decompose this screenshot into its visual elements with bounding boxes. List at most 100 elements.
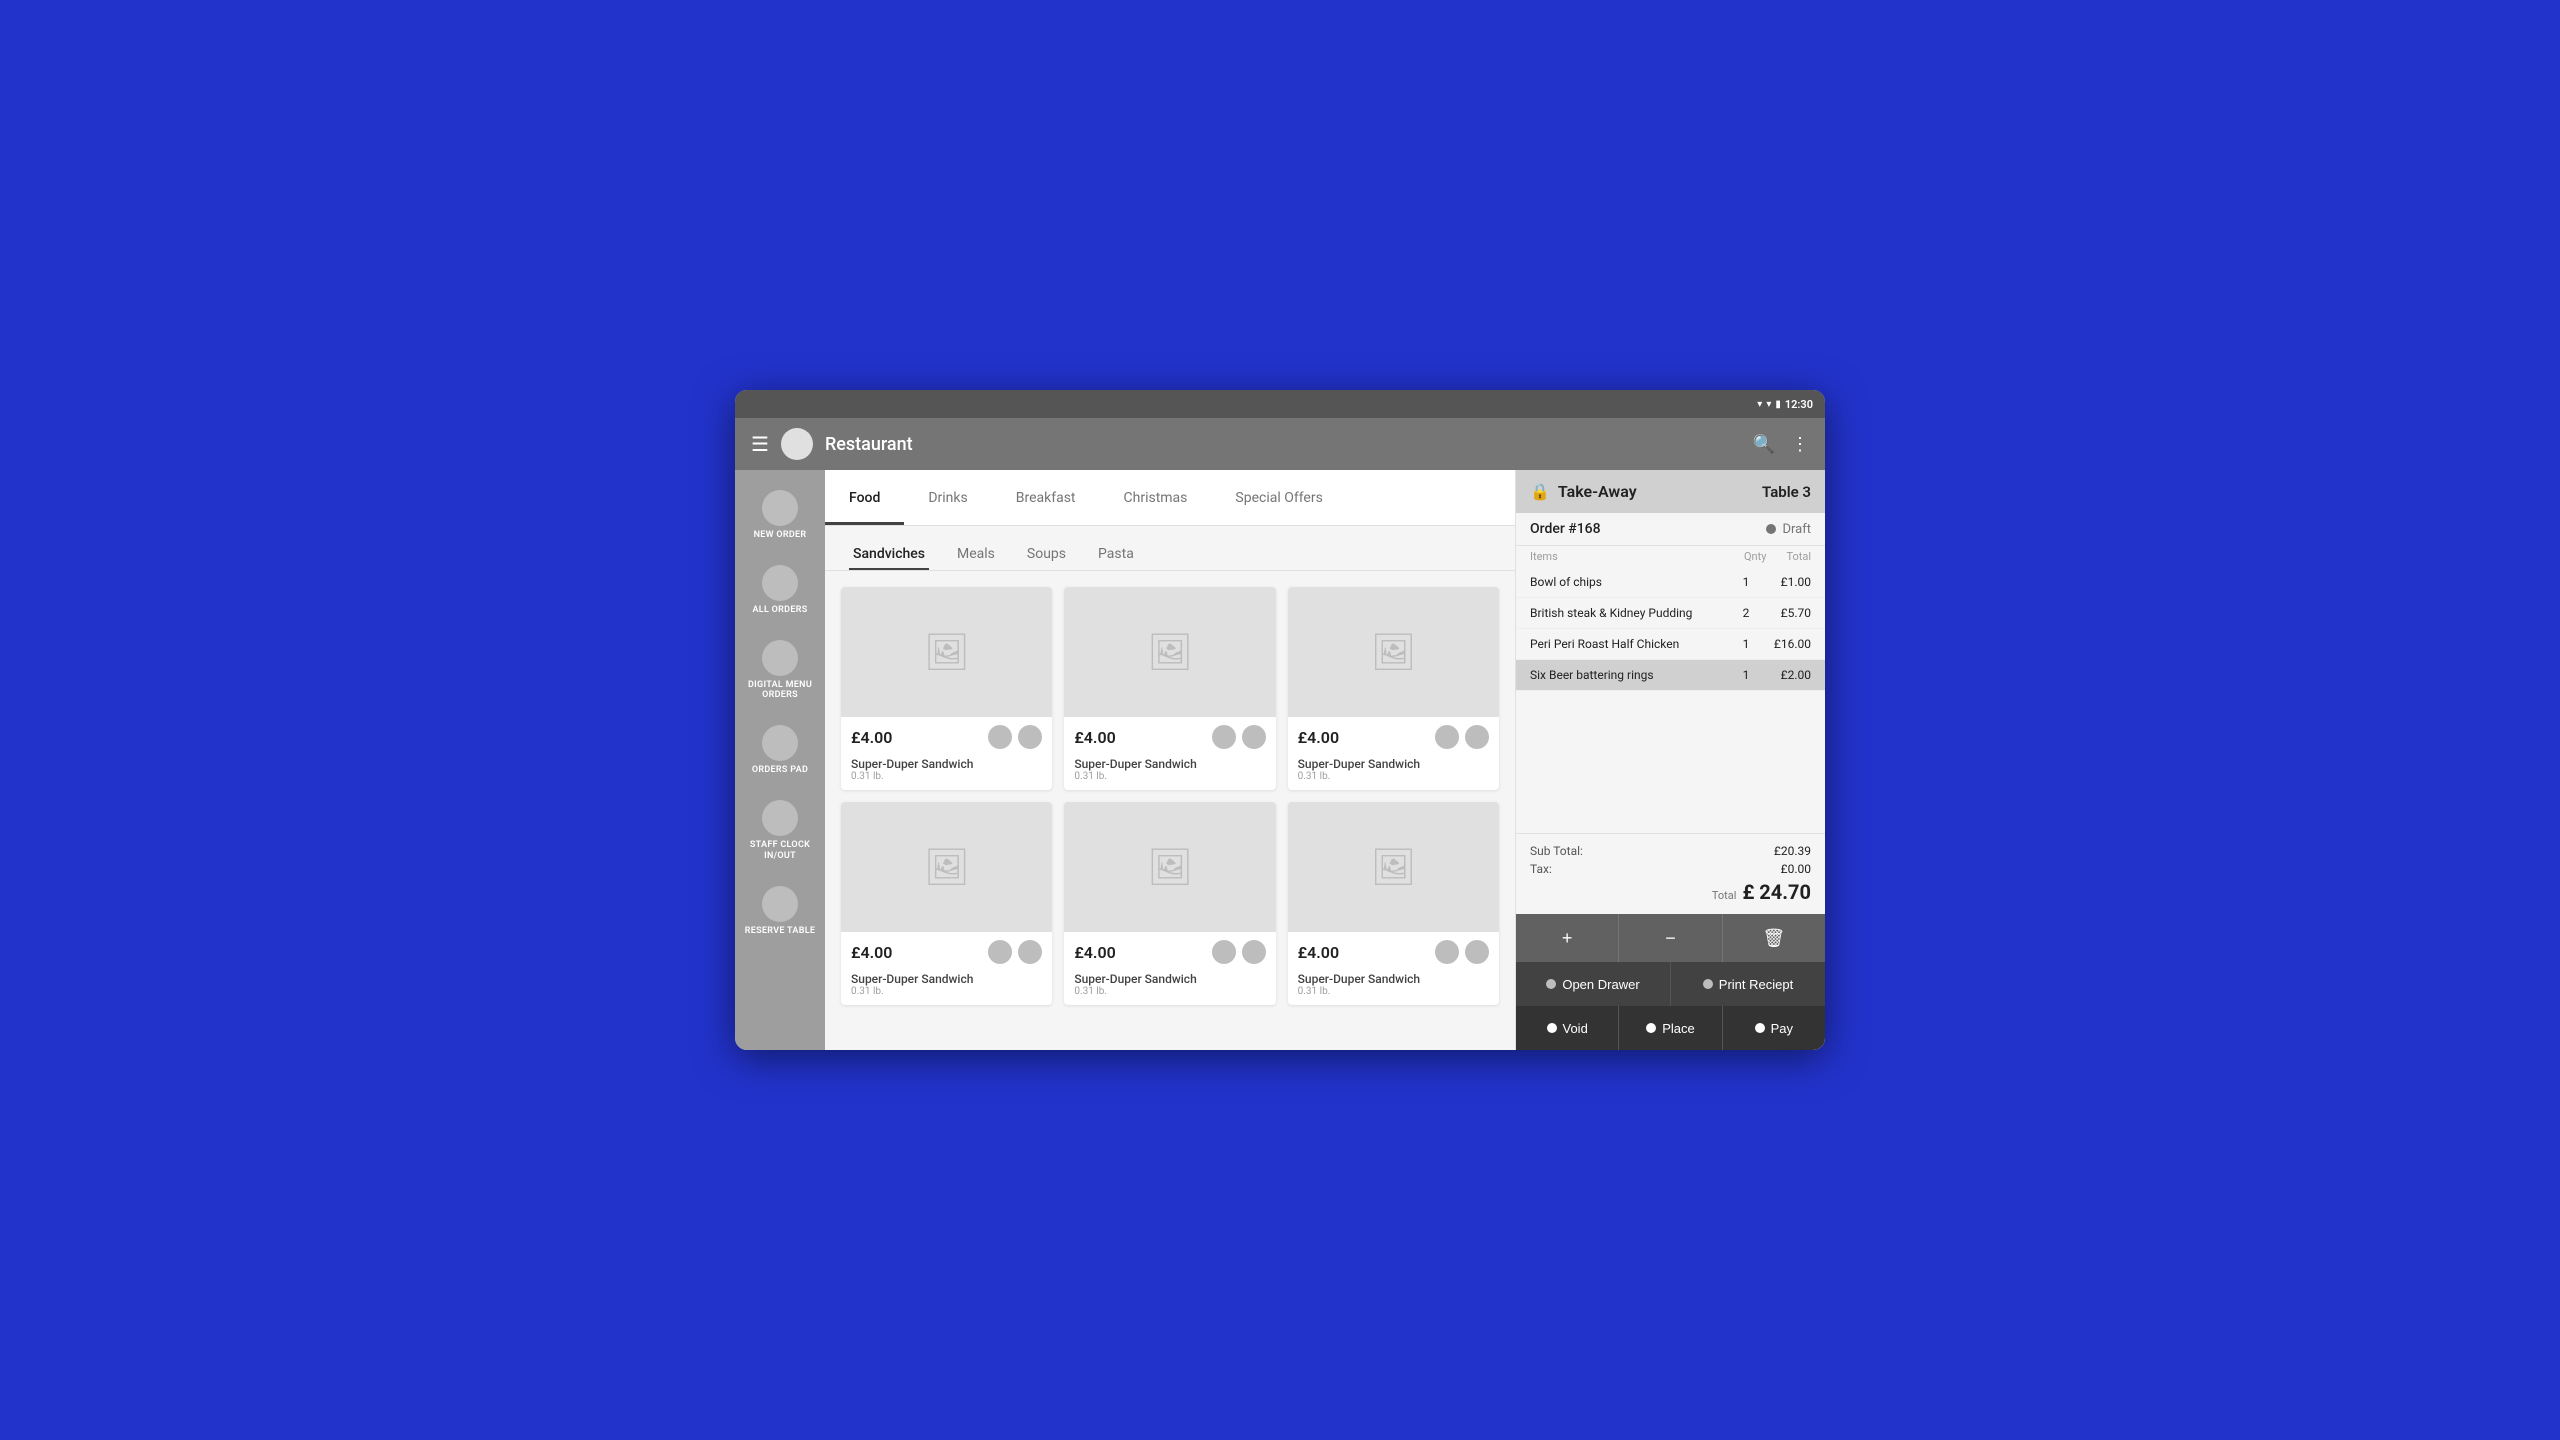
menu-icon[interactable]: ☰ — [751, 432, 769, 456]
product-card[interactable]: 🖼 £4.00 Super-Duper Sandwich 0.31 lb. — [841, 587, 1052, 790]
product-card[interactable]: 🖼 £4.00 Super-Duper Sandwich 0.31 lb. — [1064, 587, 1275, 790]
battery-icon: ▮ — [1775, 399, 1781, 410]
product-btn-2[interactable] — [1242, 725, 1266, 749]
pay-button[interactable]: Pay — [1723, 1006, 1825, 1050]
tax-value: £0.00 — [1781, 862, 1811, 876]
image-placeholder-icon: 🖼 — [1147, 846, 1193, 888]
product-btn-2[interactable] — [1018, 940, 1042, 964]
product-card[interactable]: 🖼 £4.00 Super-Duper Sandwich 0.31 lb. — [1064, 802, 1275, 1005]
order-item[interactable]: Peri Peri Roast Half Chicken 1 £16.00 — [1516, 629, 1825, 660]
product-name: Super-Duper Sandwich — [851, 757, 1042, 771]
sidebar-item-orders-pad[interactable]: ORDERS PAD — [735, 713, 825, 788]
product-btn-1[interactable] — [988, 725, 1012, 749]
sidebar-item-digital-menu[interactable]: DIGITAL MENU ORDERS — [735, 628, 825, 714]
open-drawer-button[interactable]: Open Drawer — [1516, 962, 1671, 1006]
item-total: £1.00 — [1761, 575, 1811, 589]
grand-total-label: Total — [1712, 889, 1737, 902]
delete-button[interactable]: 🗑 — [1723, 914, 1825, 962]
reserve-table-label: RESERVE TABLE — [745, 926, 816, 937]
sidebar-item-all-orders[interactable]: ALL ORDERS — [735, 553, 825, 628]
item-name: Six Beer battering rings — [1530, 668, 1731, 682]
search-icon[interactable]: 🔍 — [1753, 434, 1775, 455]
order-col-group: Qnty Total — [1744, 550, 1811, 563]
more-icon[interactable]: ⋮ — [1791, 434, 1809, 455]
product-name: Super-Duper Sandwich — [851, 972, 1042, 986]
product-btn-1[interactable] — [1435, 940, 1459, 964]
product-name: Super-Duper Sandwich — [1074, 972, 1265, 986]
item-total: £5.70 — [1761, 606, 1811, 620]
product-card[interactable]: 🖼 £4.00 Super-Duper Sandwich 0.31 lb. — [1288, 587, 1499, 790]
image-placeholder-icon: 🖼 — [1370, 631, 1416, 673]
product-btn-1[interactable] — [988, 940, 1012, 964]
product-weight: 0.31 lb. — [1074, 771, 1265, 782]
order-items-header: Items Qnty Total — [1516, 546, 1825, 567]
item-name: Peri Peri Roast Half Chicken — [1530, 637, 1731, 651]
product-btn-1[interactable] — [1212, 725, 1236, 749]
product-price: £4.00 — [1074, 728, 1115, 747]
order-item-selected[interactable]: Six Beer battering rings 1 £2.00 — [1516, 660, 1825, 691]
subtab-soups[interactable]: Soups — [1023, 538, 1070, 570]
print-receipt-button[interactable]: Print Reciept — [1671, 962, 1825, 1006]
order-table-label: Table 3 — [1762, 483, 1811, 501]
product-card[interactable]: 🖼 £4.00 Super-Duper Sandwich 0.31 lb. — [841, 802, 1052, 1005]
subtab-pasta[interactable]: Pasta — [1094, 538, 1138, 570]
subtab-meals[interactable]: Meals — [953, 538, 999, 570]
item-total: £2.00 — [1761, 668, 1811, 682]
app-title: Restaurant — [825, 434, 1741, 455]
sidebar: NEW ORDER ALL ORDERS DIGITAL MENU ORDERS… — [735, 470, 825, 1050]
tab-christmas[interactable]: Christmas — [1100, 470, 1212, 525]
new-order-icon — [762, 490, 798, 526]
status-dot — [1766, 524, 1776, 534]
tab-breakfast[interactable]: Breakfast — [992, 470, 1100, 525]
image-placeholder-icon: 🖼 — [1147, 631, 1193, 673]
tab-food[interactable]: Food — [825, 470, 904, 525]
void-place-row: Void Place Pay — [1516, 1006, 1825, 1050]
new-order-label: NEW ORDER — [754, 530, 807, 541]
product-weight: 0.31 lb. — [1074, 986, 1265, 997]
product-info: Super-Duper Sandwich 0.31 lb. — [841, 972, 1052, 1005]
product-price: £4.00 — [851, 728, 892, 747]
product-weight: 0.31 lb. — [851, 986, 1042, 997]
sidebar-item-reserve-table[interactable]: RESERVE TABLE — [735, 874, 825, 949]
product-btn-2[interactable] — [1242, 940, 1266, 964]
product-btn-2[interactable] — [1465, 940, 1489, 964]
product-image: 🖼 — [1288, 802, 1499, 932]
product-info: Super-Duper Sandwich 0.31 lb. — [841, 757, 1052, 790]
takeaway-icon: 🔒 — [1530, 482, 1550, 501]
signal-icon: ▾ — [1766, 399, 1771, 410]
subtract-button[interactable]: − — [1619, 914, 1722, 962]
sidebar-item-staff-clock[interactable]: STAFF CLOCK IN/OUT — [735, 788, 825, 874]
tab-drinks[interactable]: Drinks — [904, 470, 991, 525]
product-name: Super-Duper Sandwich — [1074, 757, 1265, 771]
avatar — [781, 428, 813, 460]
product-btn-1[interactable] — [1435, 725, 1459, 749]
order-header: 🔒 Take-Away Table 3 — [1516, 470, 1825, 513]
product-footer: £4.00 — [841, 717, 1052, 757]
sidebar-item-new-order[interactable]: NEW ORDER — [735, 478, 825, 553]
product-btn-2[interactable] — [1465, 725, 1489, 749]
tax-label: Tax: — [1530, 862, 1552, 876]
subtab-sandwiches[interactable]: Sandviches — [849, 538, 929, 570]
order-header-left: 🔒 Take-Away — [1530, 482, 1637, 501]
main-content: NEW ORDER ALL ORDERS DIGITAL MENU ORDERS… — [735, 470, 1825, 1050]
item-name: British steak & Kidney Pudding — [1530, 606, 1731, 620]
product-btn-2[interactable] — [1018, 725, 1042, 749]
grand-total-row: Total £ 24.70 — [1530, 880, 1811, 904]
product-card[interactable]: 🖼 £4.00 Super-Duper Sandwich 0.31 lb. — [1288, 802, 1499, 1005]
subtotal-row: Sub Total: £20.39 — [1530, 844, 1811, 858]
digital-menu-icon — [762, 640, 798, 676]
void-button[interactable]: Void — [1516, 1006, 1619, 1050]
place-button[interactable]: Place — [1619, 1006, 1722, 1050]
product-info: Super-Duper Sandwich 0.31 lb. — [1288, 972, 1499, 1005]
app-bar: ☰ Restaurant 🔍 ⋮ — [735, 418, 1825, 470]
all-orders-icon — [762, 565, 798, 601]
category-tabs: Food Drinks Breakfast Christmas Special … — [825, 470, 1515, 526]
product-btn-1[interactable] — [1212, 940, 1236, 964]
open-drawer-dot — [1546, 979, 1556, 989]
order-item[interactable]: British steak & Kidney Pudding 2 £5.70 — [1516, 598, 1825, 629]
tab-special-offers[interactable]: Special Offers — [1211, 470, 1346, 525]
subtotal-value: £20.39 — [1774, 844, 1811, 858]
product-actions — [1212, 940, 1266, 964]
add-button[interactable]: + — [1516, 914, 1619, 962]
order-item[interactable]: Bowl of chips 1 £1.00 — [1516, 567, 1825, 598]
